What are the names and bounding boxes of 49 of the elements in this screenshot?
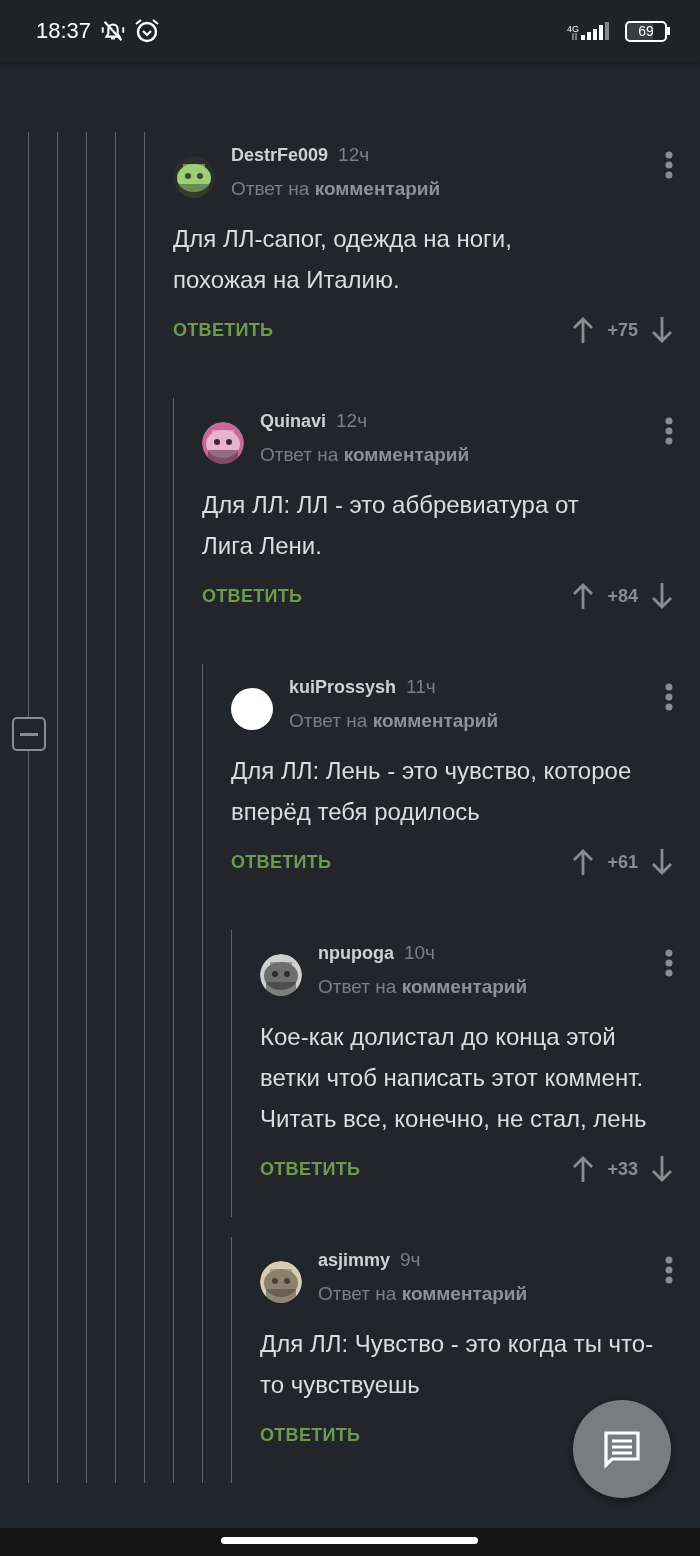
comment-text: Для ЛЛ: Чувство - это когда ты что-то чувствуешь — [260, 1329, 655, 1400]
comment-text: Кое-как долистал до конца этой ветки чтоб написать этот коммент. Читать все, конечно, не стал, лень — [260, 1022, 648, 1134]
reply-button[interactable]: ОТВЕТИТЬ — [260, 1158, 361, 1180]
comment-text: Для ЛЛ-сапог, одежда на ноги, похожая на Италию. — [173, 224, 513, 295]
comment-text: Для ЛЛ: Лень - это чувство, которое вперёд тебя родилось — [231, 756, 633, 827]
author-name[interactable]: npupoga — [318, 943, 394, 964]
more-icon[interactable] — [664, 1255, 674, 1285]
more-icon[interactable] — [664, 682, 674, 712]
network-type: 4G — [567, 24, 579, 34]
score: +75 — [607, 319, 638, 341]
comment-text: Для ЛЛ: ЛЛ - это аббревиатура от Лига Лени. — [202, 490, 580, 561]
score: +61 — [607, 851, 638, 873]
comment-time: 10ч — [404, 942, 436, 964]
comment-time: 11ч — [406, 676, 436, 698]
reply-button[interactable]: ОТВЕТИТЬ — [231, 851, 332, 873]
score: +33 — [607, 1158, 638, 1180]
reply-to-label: Ответ на — [318, 976, 397, 997]
more-icon[interactable] — [664, 416, 674, 446]
author-name[interactable]: kuiProssysh — [289, 677, 397, 698]
avatar — [231, 688, 273, 730]
reply-button[interactable]: ОТВЕТИТЬ — [260, 1424, 361, 1446]
reply-to-label: Ответ на — [231, 178, 310, 199]
more-icon[interactable] — [664, 948, 674, 978]
reply-to-label: Ответ на — [260, 444, 339, 465]
score: +84 — [607, 585, 638, 607]
more-icon[interactable] — [664, 150, 674, 180]
downvote-icon[interactable] — [650, 315, 674, 345]
author-name[interactable]: DestrFe009 — [231, 145, 329, 166]
downvote-icon[interactable] — [650, 1154, 674, 1184]
downvote-icon[interactable] — [650, 847, 674, 877]
battery-indicator: 69 — [625, 20, 667, 42]
downvote-icon[interactable] — [650, 581, 674, 611]
reply-to-link[interactable]: комментарий — [314, 178, 441, 199]
comment-time: 12ч — [338, 144, 370, 166]
reply-button[interactable]: ОТВЕТИТЬ — [202, 585, 303, 607]
author-name[interactable]: Quinavi — [260, 411, 326, 432]
comment-time: 12ч — [336, 410, 368, 432]
comment-icon — [602, 1429, 642, 1469]
comment-time: 9ч — [400, 1249, 421, 1271]
reply-to-label: Ответ на — [289, 710, 368, 731]
reply-to-link[interactable]: комментарий — [401, 976, 528, 997]
reply-button[interactable]: ОТВЕТИТЬ — [173, 319, 274, 341]
clock: 18:37 — [36, 18, 92, 44]
reply-to-label: Ответ на — [318, 1283, 397, 1304]
author-name[interactable]: asjimmy — [318, 1250, 391, 1271]
reply-to-link[interactable]: комментарий — [401, 1283, 528, 1304]
reply-to-link[interactable]: комментарий — [372, 710, 499, 731]
collapse-button[interactable] — [12, 717, 46, 751]
reply-to-link[interactable]: комментарий — [343, 444, 470, 465]
